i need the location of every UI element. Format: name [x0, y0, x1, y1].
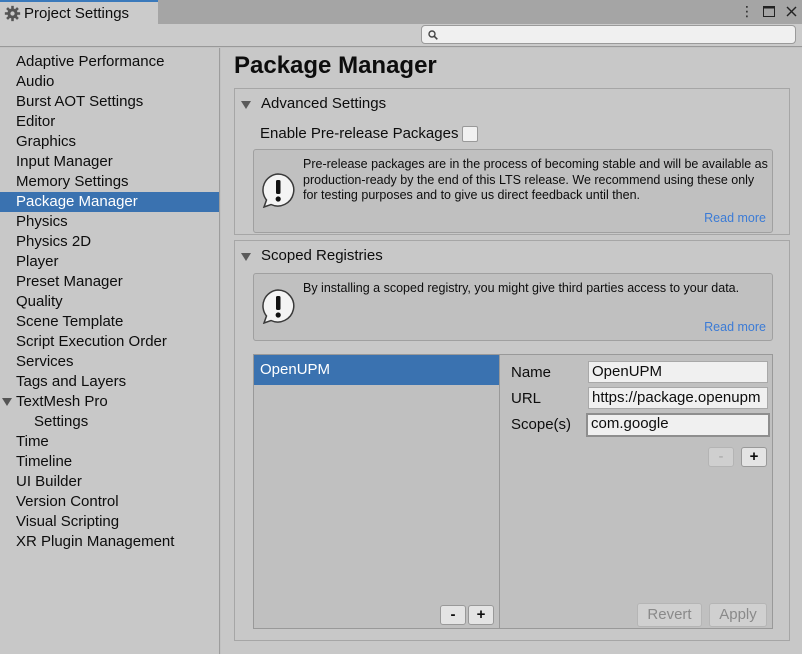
settings-sidebar: Adaptive Performance Audio Burst AOT Set…: [0, 48, 220, 654]
sidebar-item-xr-plugin-management[interactable]: XR Plugin Management: [0, 532, 219, 552]
sidebar-item-audio[interactable]: Audio: [0, 72, 219, 92]
name-field[interactable]: OpenUPM: [588, 361, 768, 383]
sidebar-item-timeline[interactable]: Timeline: [0, 452, 219, 472]
advanced-settings-header: Advanced Settings: [261, 95, 387, 112]
expand-arrow-icon[interactable]: [2, 398, 12, 406]
kebab-menu-icon[interactable]: ⋮: [740, 3, 754, 20]
prerelease-help-text: Pre-release packages are in the process …: [303, 157, 768, 202]
sidebar-item-package-manager[interactable]: Package Manager: [0, 192, 219, 212]
remove-scope-button[interactable]: -: [708, 447, 734, 467]
scopes-label: Scope(s): [511, 416, 572, 433]
sidebar-item-adaptive-performance[interactable]: Adaptive Performance: [0, 52, 219, 72]
registry-list-item[interactable]: OpenUPM: [254, 355, 499, 385]
registry-list: OpenUPM - +: [253, 354, 500, 629]
close-icon[interactable]: [784, 6, 798, 17]
window-titlebar: Project Settings ⋮: [0, 0, 802, 24]
page-title: Package Manager: [234, 52, 437, 79]
sidebar-item-quality[interactable]: Quality: [0, 292, 219, 312]
sidebar-item-version-control[interactable]: Version Control: [0, 492, 219, 512]
scoped-registry-read-more-link[interactable]: Read more: [704, 320, 766, 334]
maximize-icon[interactable]: [762, 5, 776, 17]
search-icon: [428, 30, 438, 40]
warning-icon: [262, 173, 295, 208]
scoped-registries-header: Scoped Registries: [261, 247, 383, 264]
prerelease-checkbox[interactable]: [462, 125, 479, 142]
scope-field[interactable]: com.google: [586, 413, 770, 437]
sidebar-item-services[interactable]: Services: [0, 352, 219, 372]
sidebar-item-preset-manager[interactable]: Preset Manager: [0, 272, 219, 292]
sidebar-item-burst-aot-settings[interactable]: Burst AOT Settings: [0, 92, 219, 112]
foldout-arrow-icon[interactable]: [241, 253, 251, 261]
sidebar-item-physics-2d[interactable]: Physics 2D: [0, 232, 219, 252]
search-input[interactable]: [442, 26, 787, 43]
search-field[interactable]: [421, 25, 796, 44]
prerelease-toggle-row: Enable Pre-release Packages: [260, 125, 479, 142]
revert-button[interactable]: Revert: [637, 603, 702, 627]
sidebar-item-visual-scripting[interactable]: Visual Scripting: [0, 512, 219, 532]
sidebar-item-player[interactable]: Player: [0, 252, 219, 272]
sidebar-item-textmesh-pro[interactable]: TextMesh Pro: [0, 392, 219, 412]
tab-title: Project Settings: [24, 4, 130, 22]
sidebar-item-input-manager[interactable]: Input Manager: [0, 152, 219, 172]
url-field[interactable]: https://package.openupm: [588, 387, 768, 409]
sidebar-item-textmesh-pro-settings[interactable]: Settings: [0, 412, 219, 432]
scoped-registry-help-box: By installing a scoped registry, you mig…: [253, 273, 773, 341]
apply-button[interactable]: Apply: [709, 603, 767, 627]
sidebar-item-scene-template[interactable]: Scene Template: [0, 312, 219, 332]
gear-icon: [4, 5, 21, 21]
prerelease-help-box: Pre-release packages are in the process …: [253, 149, 773, 233]
advanced-settings-section: Advanced Settings Enable Pre-release Pac…: [234, 88, 790, 235]
scoped-registries-foldout[interactable]: Scoped Registries: [241, 247, 383, 264]
add-registry-button[interactable]: +: [468, 605, 494, 625]
prerelease-read-more-link[interactable]: Read more: [704, 211, 766, 225]
sidebar-item-editor[interactable]: Editor: [0, 112, 219, 132]
scoped-registries-section: Scoped Registries By installing a scoped…: [234, 240, 790, 641]
remove-registry-button[interactable]: -: [440, 605, 466, 625]
sidebar-item-memory-settings[interactable]: Memory Settings: [0, 172, 219, 192]
sidebar-item-tags-and-layers[interactable]: Tags and Layers: [0, 372, 219, 392]
sidebar-item-graphics[interactable]: Graphics: [0, 132, 219, 152]
settings-main-panel: Package Manager Advanced Settings Enable…: [221, 48, 802, 654]
sidebar-item-time[interactable]: Time: [0, 432, 219, 452]
add-scope-button[interactable]: +: [741, 447, 767, 467]
name-label: Name: [511, 364, 552, 381]
scoped-registry-help-text: By installing a scoped registry, you mig…: [303, 281, 740, 295]
sidebar-item-ui-builder[interactable]: UI Builder: [0, 472, 219, 492]
sidebar-item-label: TextMesh Pro: [16, 393, 108, 410]
toolbar: [0, 24, 802, 47]
foldout-arrow-icon[interactable]: [241, 101, 251, 109]
warning-icon: [262, 289, 295, 324]
url-label: URL: [511, 390, 542, 407]
sidebar-item-physics[interactable]: Physics: [0, 212, 219, 232]
project-settings-tab[interactable]: Project Settings: [0, 0, 158, 24]
registry-details: Name OpenUPM URL https://package.openupm…: [500, 354, 773, 629]
advanced-settings-foldout[interactable]: Advanced Settings: [241, 95, 386, 112]
prerelease-label: Enable Pre-release Packages: [260, 125, 459, 142]
sidebar-item-script-execution-order[interactable]: Script Execution Order: [0, 332, 219, 352]
